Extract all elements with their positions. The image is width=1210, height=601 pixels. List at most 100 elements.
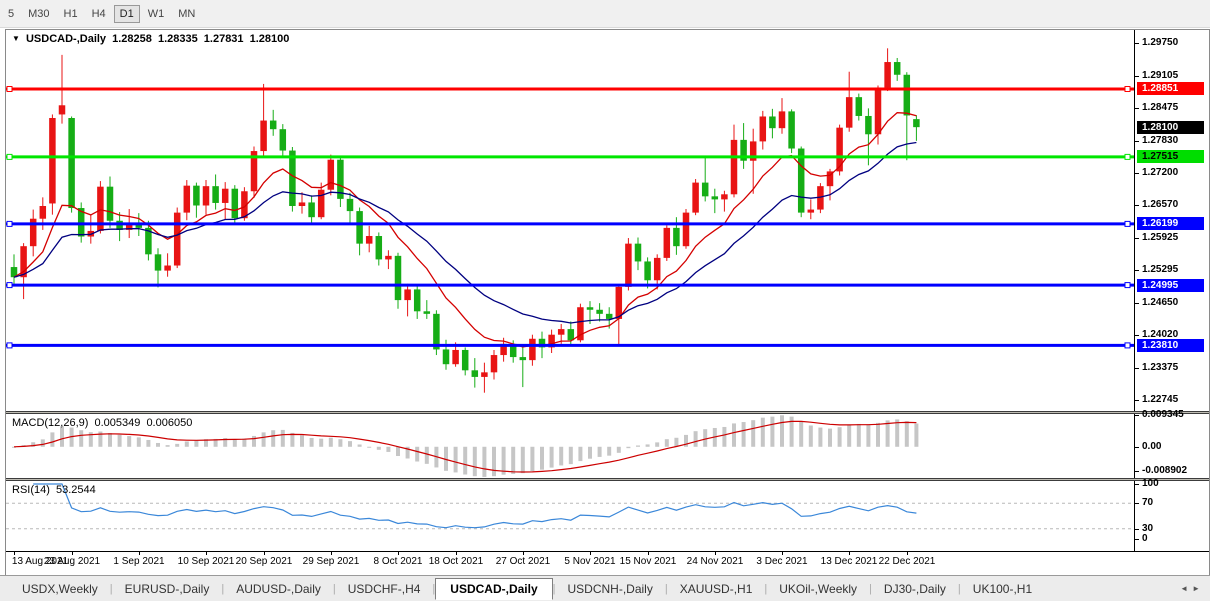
macd-scale[interactable]: 0.0093450.00-0.008902: [1134, 414, 1209, 478]
candlestick-chart[interactable]: [6, 30, 1134, 411]
rsi-tick: [1135, 484, 1139, 485]
tab-scroll-left-icon[interactable]: ◄: [1180, 584, 1192, 593]
price-tick: [1135, 400, 1139, 401]
timeframe-button-d1[interactable]: D1: [114, 5, 140, 23]
rsi-indicator-pane[interactable]: RSI(14) 53.2544: [6, 481, 1134, 551]
price-tick-label: 1.27200: [1142, 167, 1178, 179]
rsi-line: [33, 484, 916, 528]
date-tick: [331, 552, 332, 555]
price-tick: [1135, 303, 1139, 304]
chart-tab-xauusd-h1[interactable]: XAUUSD-,H1: [668, 579, 765, 599]
rsi-chart[interactable]: [6, 481, 1134, 551]
price-tick-label: 1.23375: [1142, 362, 1178, 374]
price-level-badge: 1.26199: [1137, 217, 1204, 230]
line-handle[interactable]: [7, 343, 12, 348]
price-level-badge: 1.23810: [1137, 339, 1204, 352]
macd-title: MACD(12,26,9) 0.005349 0.006050: [12, 417, 195, 429]
current-price-badge: 1.28100: [1137, 121, 1204, 134]
line-handle[interactable]: [7, 283, 12, 288]
macd-tick-label: -0.008902: [1142, 465, 1187, 477]
chart-tab-usdchf-h4[interactable]: USDCHF-,H4: [336, 579, 433, 599]
date-label: 10 Sep 2021: [173, 556, 239, 567]
price-level-badge: 1.28851: [1137, 82, 1204, 95]
price-tick-label: 1.28475: [1142, 102, 1178, 114]
line-handle[interactable]: [1125, 283, 1130, 288]
chart-tab-dj30-daily[interactable]: DJ30-,Daily: [872, 579, 958, 599]
chart-tab-usdx-weekly[interactable]: USDX,Weekly: [10, 579, 110, 599]
date-label: 3 Dec 2021: [749, 556, 815, 567]
macd-signal-value: 0.006050: [146, 417, 192, 429]
date-label: 8 Oct 2021: [365, 556, 431, 567]
date-tick: [398, 552, 399, 555]
rsi-value: 53.2544: [56, 484, 96, 496]
tab-scroll-arrows[interactable]: ◄►: [1180, 584, 1204, 593]
chart-title: ▼ USDCAD-,Daily 1.28258 1.28335 1.27831 …: [12, 33, 292, 45]
tab-scroll-right-icon[interactable]: ►: [1192, 584, 1204, 593]
timeframe-button-h4[interactable]: H4: [86, 5, 112, 23]
chart-tab-ukoil-weekly[interactable]: UKOil-,Weekly: [767, 579, 869, 599]
date-tick: [14, 552, 15, 555]
timeframe-button-5[interactable]: 5: [2, 5, 20, 23]
date-label: 29 Sep 2021: [298, 556, 364, 567]
price-tick: [1135, 335, 1139, 336]
chart-tab-usdcad-daily[interactable]: USDCAD-,Daily: [435, 578, 552, 600]
time-scale[interactable]: 13 Aug 202123 Aug 20211 Sep 202110 Sep 2…: [6, 551, 1209, 575]
date-tick: [648, 552, 649, 555]
collapse-indicators-icon[interactable]: ▼: [12, 34, 20, 43]
timeframe-button-w1[interactable]: W1: [142, 5, 171, 23]
chart-tab-uk100-h1[interactable]: UK100-,H1: [961, 579, 1044, 599]
date-tick: [782, 552, 783, 555]
date-label: 5 Nov 2021: [557, 556, 623, 567]
macd-tick-label: 0.009345: [1142, 409, 1184, 421]
price-tick: [1135, 108, 1139, 109]
candles: [11, 48, 920, 392]
date-label: 22 Dec 2021: [874, 556, 940, 567]
price-tick: [1135, 205, 1139, 206]
line-handle[interactable]: [7, 87, 12, 92]
date-label: 27 Oct 2021: [490, 556, 556, 567]
date-label: 1 Sep 2021: [106, 556, 172, 567]
rsi-tick: [1135, 539, 1139, 540]
low-value: 1.27831: [204, 33, 244, 45]
price-tick-label: 1.27830: [1142, 135, 1178, 147]
chart-tab-audusd-daily[interactable]: AUDUSD-,Daily: [224, 579, 333, 599]
line-handle[interactable]: [7, 154, 12, 159]
date-tick: [523, 552, 524, 555]
chart-tab-usdcnh-daily[interactable]: USDCNH-,Daily: [556, 579, 665, 599]
macd-tick-label: 0.00: [1142, 441, 1161, 453]
timeframe-button-mn[interactable]: MN: [172, 5, 201, 23]
date-label: 18 Oct 2021: [423, 556, 489, 567]
price-tick-label: 1.29105: [1142, 70, 1178, 82]
rsi-scale[interactable]: 10070300: [1134, 481, 1209, 551]
rsi-tick-label: 100: [1142, 478, 1159, 490]
line-handle[interactable]: [1125, 87, 1130, 92]
price-tick: [1135, 76, 1139, 77]
price-tick: [1135, 43, 1139, 44]
timeframe-button-m30[interactable]: M30: [22, 5, 55, 23]
line-handle[interactable]: [1125, 154, 1130, 159]
macd-tick: [1135, 415, 1139, 416]
line-handle[interactable]: [1125, 343, 1130, 348]
price-tick-label: 1.22745: [1142, 394, 1178, 406]
line-handle[interactable]: [7, 221, 12, 226]
price-tick-label: 1.25295: [1142, 264, 1178, 276]
timeframe-button-h1[interactable]: H1: [58, 5, 84, 23]
price-tick: [1135, 141, 1139, 142]
line-handle[interactable]: [1125, 221, 1130, 226]
rsi-tick: [1135, 529, 1139, 530]
chart-tabs: USDX,Weekly|EURUSD-,Daily|AUDUSD-,Daily|…: [10, 578, 1044, 600]
macd-indicator-pane[interactable]: MACD(12,26,9) 0.005349 0.006050: [6, 414, 1134, 478]
date-label: 24 Nov 2021: [682, 556, 748, 567]
chart-tab-eurusd-daily[interactable]: EURUSD-,Daily: [113, 579, 222, 599]
date-label: 20 Sep 2021: [231, 556, 297, 567]
close-value: 1.28100: [250, 33, 290, 45]
price-chart-pane[interactable]: ▼ USDCAD-,Daily 1.28258 1.28335 1.27831 …: [6, 30, 1134, 411]
price-level-badge: 1.27515: [1137, 150, 1204, 163]
macd-tick: [1135, 447, 1139, 448]
open-value: 1.28258: [112, 33, 152, 45]
date-tick: [139, 552, 140, 555]
price-tick: [1135, 368, 1139, 369]
date-tick: [590, 552, 591, 555]
date-label: 23 Aug 2021: [39, 556, 105, 567]
price-scale[interactable]: 1.297501.291051.284751.278301.272001.265…: [1134, 30, 1209, 411]
